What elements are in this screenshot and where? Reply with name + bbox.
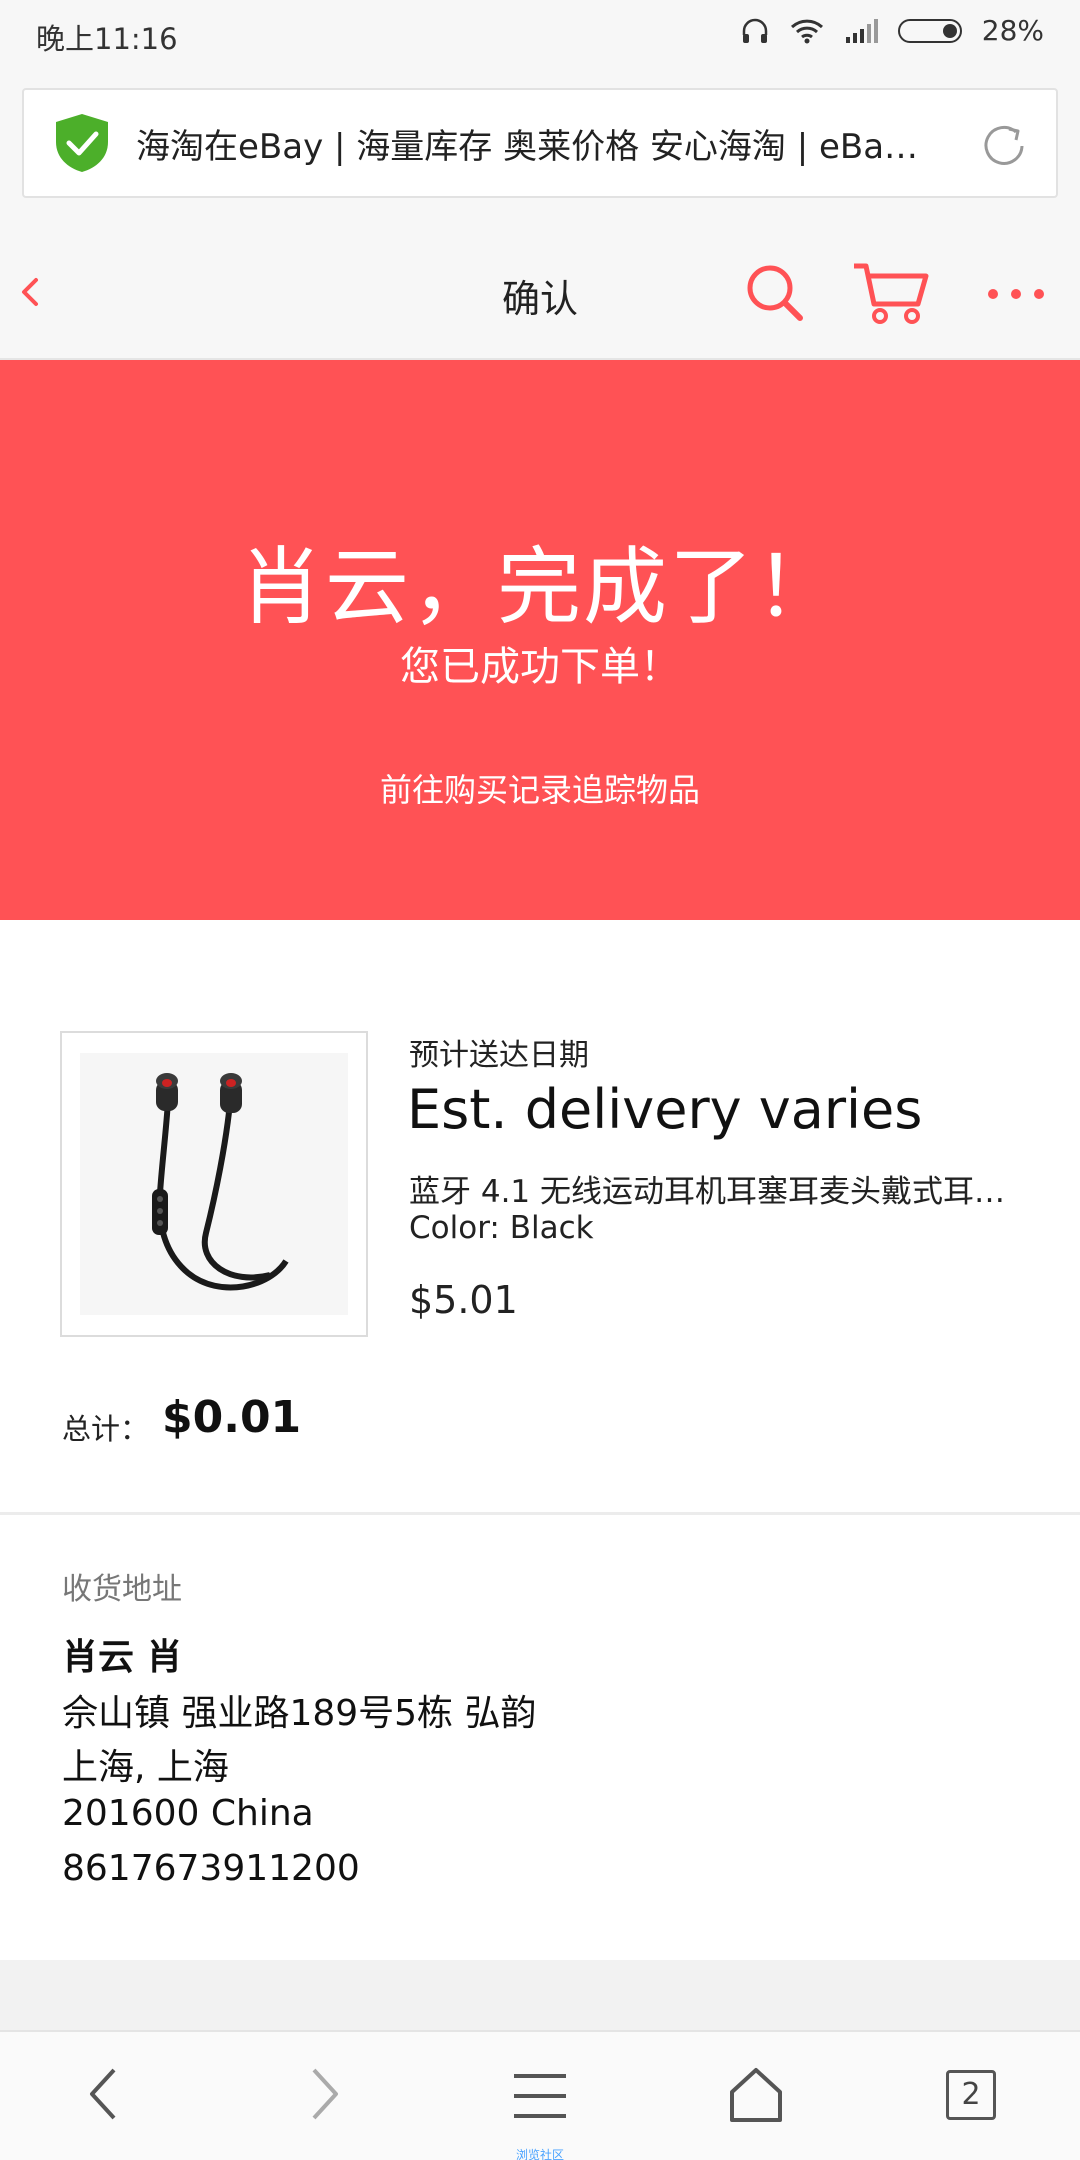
reload-icon[interactable]: [978, 120, 1030, 176]
battery-icon: [897, 18, 962, 43]
status-time: 晚上11:16: [36, 22, 178, 56]
tabs-count-button[interactable]: 2: [946, 2070, 996, 2120]
search-icon[interactable]: [744, 262, 806, 328]
address-line-1: 佘山镇 强业路189号5栋 弘韵: [62, 1693, 537, 1734]
more-options-icon[interactable]: [986, 286, 1046, 305]
community-label[interactable]: 浏览社区: [0, 2146, 1080, 2160]
app-header: 确认: [0, 220, 1080, 360]
url-bar[interactable]: 海淘在eBay | 海量库存 奥莱价格 安心海淘 | eBa…: [22, 88, 1058, 198]
address-line-2: 上海, 上海: [62, 1747, 229, 1788]
confirmation-banner: 肖云，完成了！ 您已成功下单！ 前往购买记录追踪物品: [0, 360, 1080, 920]
back-arrow-icon[interactable]: [84, 2064, 124, 2128]
track-purchase-link[interactable]: 前往购买记录追踪物品: [0, 765, 1080, 811]
browser-toolbar: 海淘在eBay | 海量库存 奥莱价格 安心海淘 | eBa…: [0, 70, 1080, 220]
recipient-name: 肖云 肖: [62, 1637, 183, 1678]
menu-icon[interactable]: [510, 2072, 570, 2124]
wifi-icon: [790, 18, 824, 44]
status-bar: 晚上11:16 28%: [0, 0, 1080, 70]
status-icons: 28%: [740, 14, 1044, 47]
secure-shield-icon: [52, 112, 112, 174]
est-delivery-label: 预计送达日期: [409, 1038, 589, 1073]
headphones-icon: [740, 17, 770, 45]
earphones-image: [80, 1053, 348, 1315]
total-label: 总计：: [62, 1412, 150, 1446]
battery-percent: 28%: [981, 14, 1044, 47]
shipping-address-heading: 收货地址: [62, 1572, 182, 1607]
est-delivery-value: Est. delivery varies: [407, 1078, 923, 1141]
item-thumbnail[interactable]: [60, 1031, 368, 1337]
section-divider: [0, 1512, 1080, 1515]
cart-icon[interactable]: [852, 260, 930, 330]
banner-title: 肖云，完成了！: [238, 538, 841, 636]
address-line-3: 201600 China: [62, 1793, 314, 1834]
signal-icon: [844, 18, 878, 43]
item-title[interactable]: 蓝牙 4.1 无线运动耳机耳塞耳麦头戴式耳…: [409, 1166, 1021, 1211]
home-icon[interactable]: [728, 2066, 784, 2128]
total-value: $0.01: [162, 1392, 302, 1443]
footer-spacer: [0, 1960, 1080, 2030]
browser-bottom-nav: 2 浏览社区: [0, 2030, 1080, 2160]
banner-subtitle: 您已成功下单！: [400, 644, 680, 690]
item-color: Color: Black: [409, 1210, 594, 1246]
item-price: $5.01: [409, 1278, 518, 1322]
url-title: 海淘在eBay | 海量库存 奥莱价格 安心海淘 | eBa…: [136, 126, 919, 167]
forward-arrow-icon[interactable]: [304, 2064, 344, 2128]
phone-number: 8617673911200: [62, 1848, 360, 1889]
